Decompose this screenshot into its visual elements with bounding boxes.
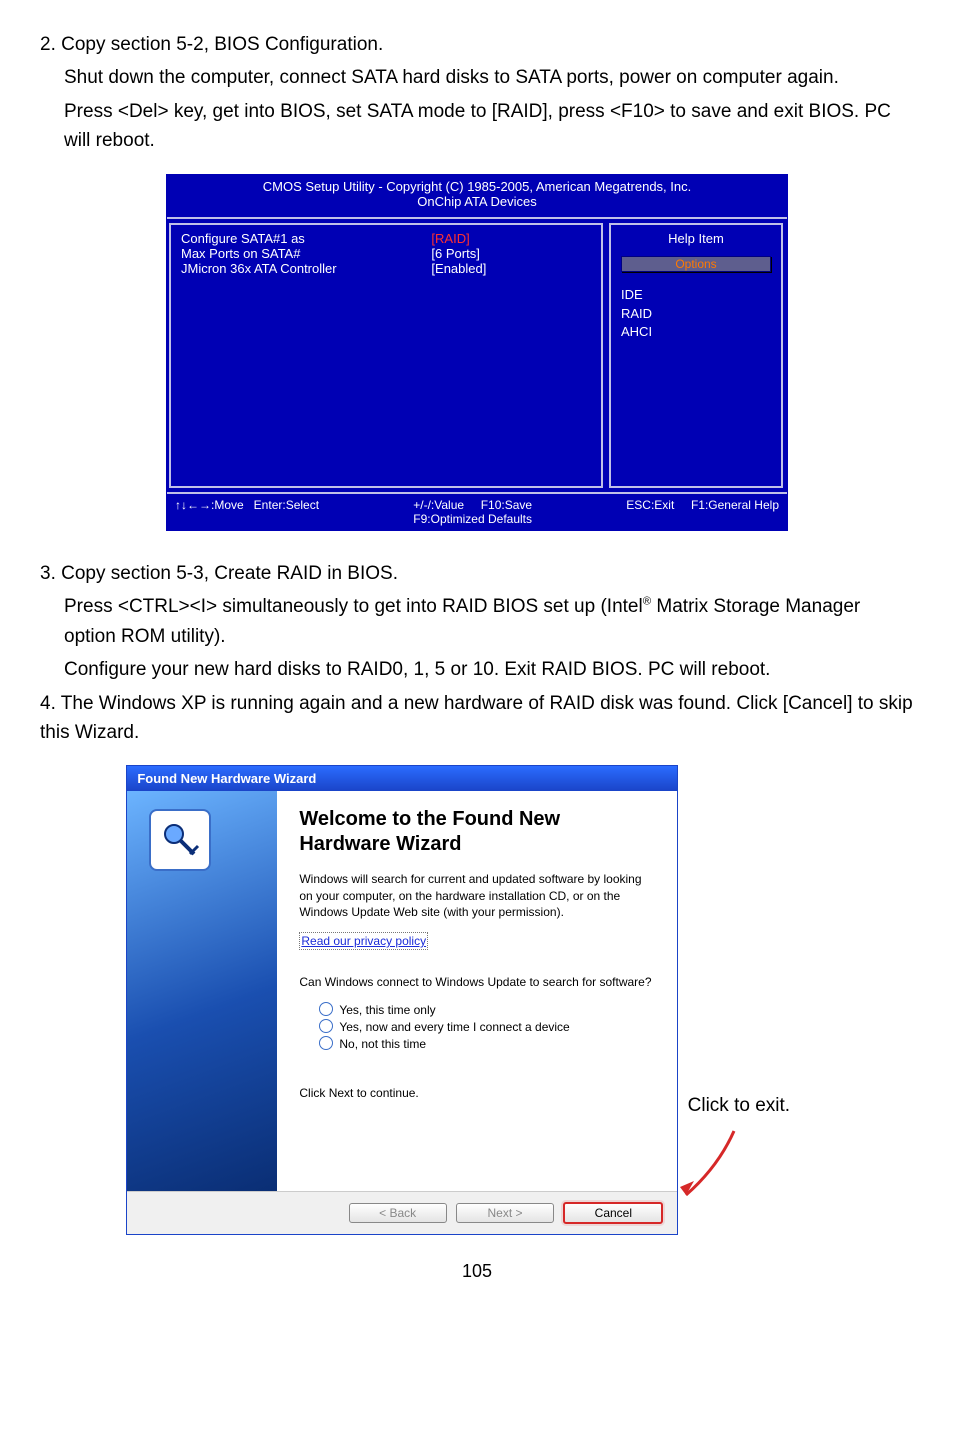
arrow-icon [678, 1129, 740, 1210]
step2-line2: Shut down the computer, connect SATA har… [64, 63, 914, 92]
bios-mode-ide: IDE [621, 286, 771, 305]
wizard-side-panel [127, 791, 277, 1191]
wizard-continue-text: Click Next to continue. [299, 1085, 655, 1101]
step3-line2: Press <CTRL><I> simultaneously to get in… [64, 592, 914, 651]
back-button[interactable]: < Back [349, 1203, 447, 1223]
hardware-icon [149, 809, 211, 871]
page-number: 105 [40, 1261, 914, 1282]
bios-help-title: Help Item [621, 231, 771, 246]
bios-footer-right: ESC:Exit F1:General Help [626, 498, 779, 526]
hardware-wizard-dialog: Found New Hardware Wizard Welcome to the… [126, 765, 678, 1235]
bios-label-2: Max Ports on SATA# [181, 246, 401, 261]
radio-no[interactable]: No, not this time [319, 1036, 655, 1051]
wizard-titlebar: Found New Hardware Wizard [127, 766, 677, 791]
wizard-heading: Welcome to the Found New Hardware Wizard [299, 807, 655, 857]
step3-line3: Configure your new hard disks to RAID0, … [64, 655, 914, 684]
radio-yes-once[interactable]: Yes, this time only [319, 1002, 655, 1017]
bios-mode-ahci: AHCI [621, 323, 771, 342]
step4-line1: 4. The Windows XP is running again and a… [40, 689, 914, 748]
radio-yes-always[interactable]: Yes, now and every time I connect a devi… [319, 1019, 655, 1034]
bios-footer-left: ↑↓←→:Move Enter:Select [175, 498, 319, 526]
bios-value-enabled: [Enabled] [431, 261, 591, 276]
bios-value-ports: [6 Ports] [431, 246, 591, 261]
bios-footer-mid-bot: F9:Optimized Defaults [413, 512, 532, 526]
step2-line1: 2. Copy section 5-2, BIOS Configuration. [40, 30, 914, 59]
next-button[interactable]: Next > [456, 1203, 554, 1223]
wizard-question: Can Windows connect to Windows Update to… [299, 974, 655, 990]
step2-line3: Press <Del> key, get into BIOS, set SATA… [64, 97, 914, 156]
callout-container: Click to exit. [688, 765, 828, 1117]
privacy-policy-link[interactable]: Read our privacy policy [299, 932, 428, 950]
wizard-paragraph-1: Windows will search for current and upda… [299, 871, 655, 920]
bios-screenshot: CMOS Setup Utility - Copyright (C) 1985-… [40, 174, 914, 531]
bios-label-3: JMicron 36x ATA Controller [181, 261, 401, 276]
bios-options-box: Options [621, 256, 771, 272]
callout-text: Click to exit. [688, 1095, 828, 1117]
step3-line1: 3. Copy section 5-3, Create RAID in BIOS… [40, 559, 914, 588]
cancel-button[interactable]: Cancel [563, 1202, 663, 1224]
bios-title-2: OnChip ATA Devices [167, 194, 787, 209]
bios-value-raid: [RAID] [431, 231, 591, 246]
bios-title-1: CMOS Setup Utility - Copyright (C) 1985-… [167, 179, 787, 194]
bios-footer-mid-top: +/-/:Value F10:Save [413, 498, 532, 512]
bios-label-1: Configure SATA#1 as [181, 231, 401, 246]
bios-mode-raid: RAID [621, 305, 771, 324]
